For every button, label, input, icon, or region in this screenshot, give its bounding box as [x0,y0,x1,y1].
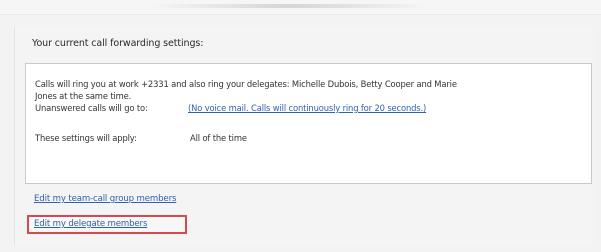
apply-settings-value: All of the time [190,133,247,143]
unanswered-calls-label: Unanswered calls will go to: [35,103,148,113]
section-heading: Your current call forwarding settings: [32,38,204,49]
forwarding-summary-line-1: Calls will ring you at work +2331 and al… [35,79,457,89]
header-divider [150,4,430,8]
apply-settings-label: These settings will apply: [35,133,137,143]
unanswered-calls-link[interactable]: (No voice mail. Calls will continuously … [188,102,426,114]
top-header-strip [0,0,601,15]
forwarding-summary-line-2: Jones at the same time. [35,91,132,101]
edit-delegate-members-link[interactable]: Edit my delegate members [34,219,147,229]
edit-team-call-group-link[interactable]: Edit my team-call group members [34,194,176,204]
